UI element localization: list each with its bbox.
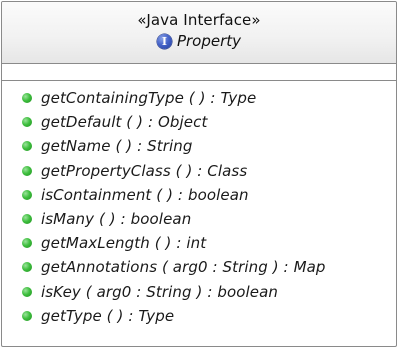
stereotype-label: «Java Interface» [137, 11, 261, 29]
public-method-icon [22, 238, 32, 249]
operation-row[interactable]: getDefault ( ) : Object [22, 110, 396, 134]
public-method-icon [22, 286, 32, 297]
operation-signature: getAnnotations ( arg0 : String ) : Map [41, 258, 326, 277]
public-method-icon [22, 214, 32, 225]
operation-row[interactable]: getName ( ) : String [22, 134, 396, 158]
operation-row[interactable]: getContainingType ( ) : Type [22, 86, 396, 110]
operation-signature: isMany ( ) : boolean [41, 210, 192, 229]
operation-row[interactable]: getAnnotations ( arg0 : String ) : Map [22, 255, 396, 279]
class-name: Property [176, 32, 242, 50]
operation-signature: getType ( ) : Type [41, 306, 175, 325]
operation-row[interactable]: isMany ( ) : boolean [22, 207, 396, 231]
operation-signature: isKey ( arg0 : String ) : boolean [41, 282, 279, 301]
operation-signature: getMaxLength ( ) : int [41, 234, 207, 253]
operation-signature: getPropertyClass ( ) : Class [41, 161, 248, 180]
class-header: «Java Interface» I Property [2, 2, 396, 64]
operation-signature: getDefault ( ) : Object [41, 113, 208, 132]
interface-icon: I [156, 33, 172, 49]
operation-row[interactable]: getType ( ) : Type [22, 304, 396, 328]
operation-row[interactable]: isContainment ( ) : boolean [22, 183, 396, 207]
public-method-icon [22, 189, 32, 200]
operation-row[interactable]: isKey ( arg0 : String ) : boolean [22, 280, 396, 304]
public-method-icon [22, 141, 32, 152]
class-name-row: I Property [2, 32, 396, 50]
operation-signature: isContainment ( ) : boolean [41, 185, 249, 204]
operations-compartment: getContainingType ( ) : Type getDefault … [2, 81, 396, 328]
public-method-icon [22, 262, 32, 273]
public-method-icon [22, 310, 32, 321]
public-method-icon [22, 165, 32, 176]
uml-class-box[interactable]: «Java Interface» I Property getContainin… [1, 1, 397, 347]
operation-signature: getName ( ) : String [41, 137, 193, 156]
operation-signature: getContainingType ( ) : Type [41, 89, 257, 108]
public-method-icon [22, 93, 32, 104]
operation-row[interactable]: getMaxLength ( ) : int [22, 231, 396, 255]
attributes-compartment [2, 64, 396, 81]
operation-row[interactable]: getPropertyClass ( ) : Class [22, 159, 396, 183]
public-method-icon [22, 117, 32, 128]
